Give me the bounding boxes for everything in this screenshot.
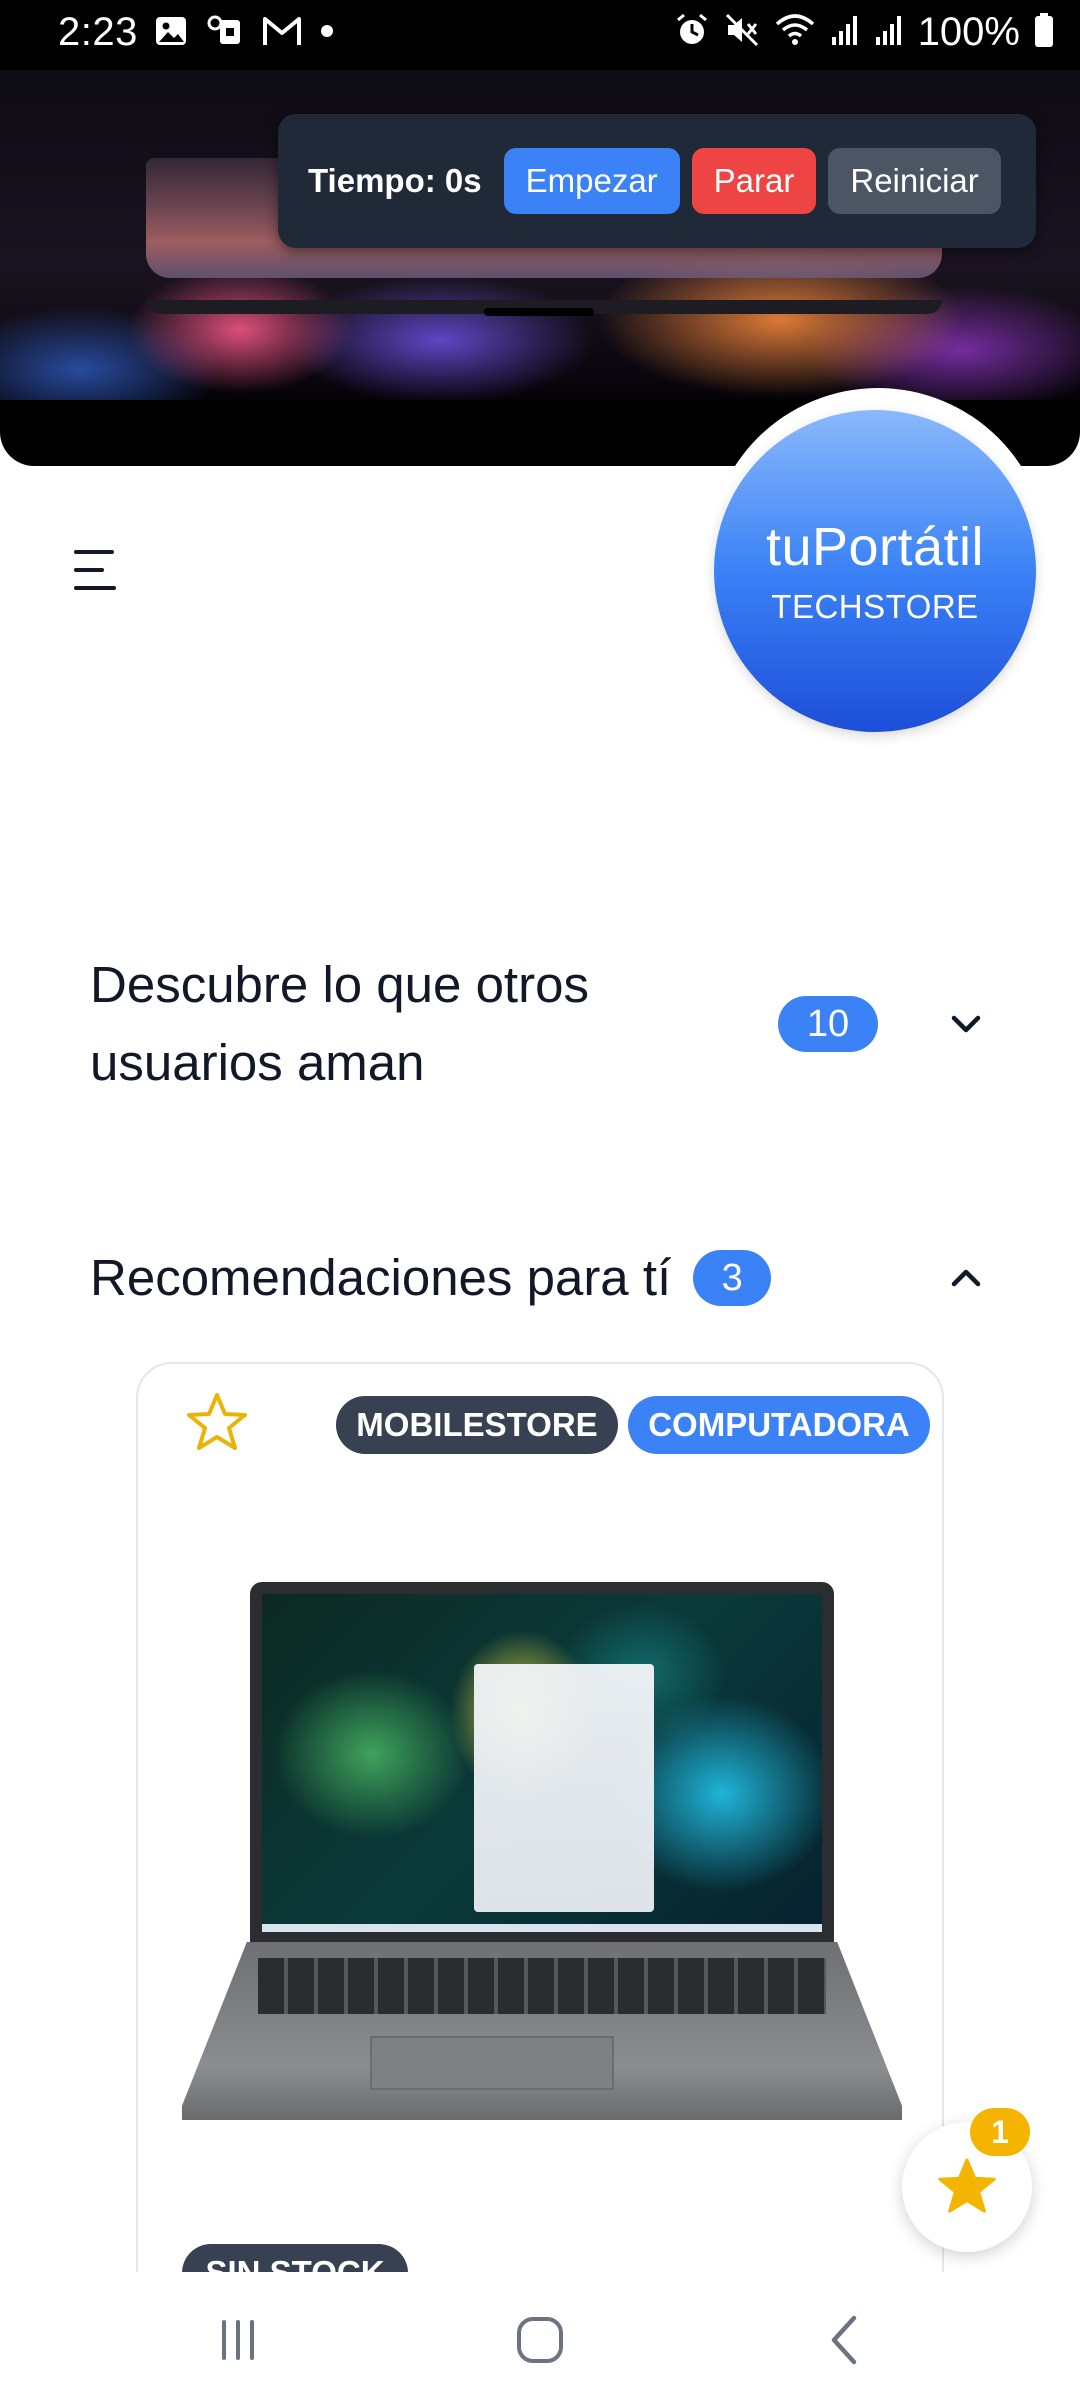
star-icon xyxy=(938,2158,996,2213)
section-header-recommendations[interactable]: Recomendaciones para tí 3 xyxy=(90,1238,1010,1318)
menu-button[interactable] xyxy=(74,548,126,592)
wifi-icon xyxy=(774,12,816,53)
count-badge: 3 xyxy=(693,1250,772,1306)
home-icon xyxy=(517,2317,563,2363)
chevron-up-icon[interactable] xyxy=(946,1258,986,1298)
navigation-bar xyxy=(0,2272,1080,2408)
back-button[interactable] xyxy=(804,2308,884,2372)
category-tag: COMPUTADORA xyxy=(628,1396,930,1454)
battery-percent: 100% xyxy=(917,10,1020,54)
battery-icon xyxy=(1034,12,1054,53)
signal-icon xyxy=(830,13,860,52)
chevron-down-icon[interactable] xyxy=(946,1004,986,1044)
status-time: 2:23 xyxy=(58,10,138,54)
product-card[interactable]: MOBILESTORE COMPUTADORA SIN STOCK xyxy=(136,1362,944,2408)
home-button[interactable] xyxy=(500,2308,580,2372)
favorites-count-badge: 1 xyxy=(970,2108,1030,2156)
hero-laptop-notch xyxy=(484,308,594,316)
count-badge: 10 xyxy=(778,996,878,1052)
signal-icon xyxy=(874,13,904,52)
store-tag: MOBILESTORE xyxy=(336,1396,618,1454)
mute-icon xyxy=(724,12,760,53)
menu-icon xyxy=(74,550,114,554)
product-image-touchpad xyxy=(370,2036,614,2090)
section-header-discover[interactable]: Descubre lo que otros usuarios aman 10 xyxy=(90,944,1010,1104)
logo-title: tuPortátil xyxy=(765,517,985,577)
stop-button[interactable]: Parar xyxy=(691,148,817,214)
store-logo[interactable]: tuPortátil TECHSTORE xyxy=(714,410,1036,732)
start-button[interactable]: Empezar xyxy=(503,148,680,214)
status-left-icons xyxy=(154,14,334,53)
logo-subtitle: TECHSTORE xyxy=(771,588,979,625)
status-right: 100% xyxy=(674,10,1054,55)
status-bar: 2:23 100% xyxy=(0,0,1080,70)
favorite-star-icon[interactable] xyxy=(184,1390,250,1456)
product-image-window xyxy=(474,1664,654,1912)
recent-apps-button[interactable] xyxy=(198,2308,278,2372)
menu-icon xyxy=(74,586,116,590)
gmail-icon xyxy=(262,15,302,52)
alarm-icon xyxy=(674,12,710,53)
product-image-keyboard xyxy=(258,1958,826,2014)
menu-icon xyxy=(74,568,104,572)
product-image-taskbar xyxy=(262,1924,822,1932)
image-icon xyxy=(154,14,188,53)
section-title: Descubre lo que otros usuarios aman xyxy=(90,956,589,1091)
reset-button[interactable]: Reiniciar xyxy=(828,148,1001,214)
timer-label: Tiempo: 0s xyxy=(308,162,482,199)
key-icon xyxy=(206,14,244,53)
dot-icon xyxy=(320,24,334,43)
timer-panel: Tiempo: 0s Empezar Parar Reiniciar xyxy=(278,114,1036,248)
back-icon xyxy=(831,2315,857,2365)
recent-apps-icon xyxy=(222,2320,254,2360)
section-title: Recomendaciones para tí xyxy=(90,1249,672,1306)
app-screen: 2:23 100% Tiempo: 0s Empezar Parar Reini… xyxy=(0,0,1080,2408)
